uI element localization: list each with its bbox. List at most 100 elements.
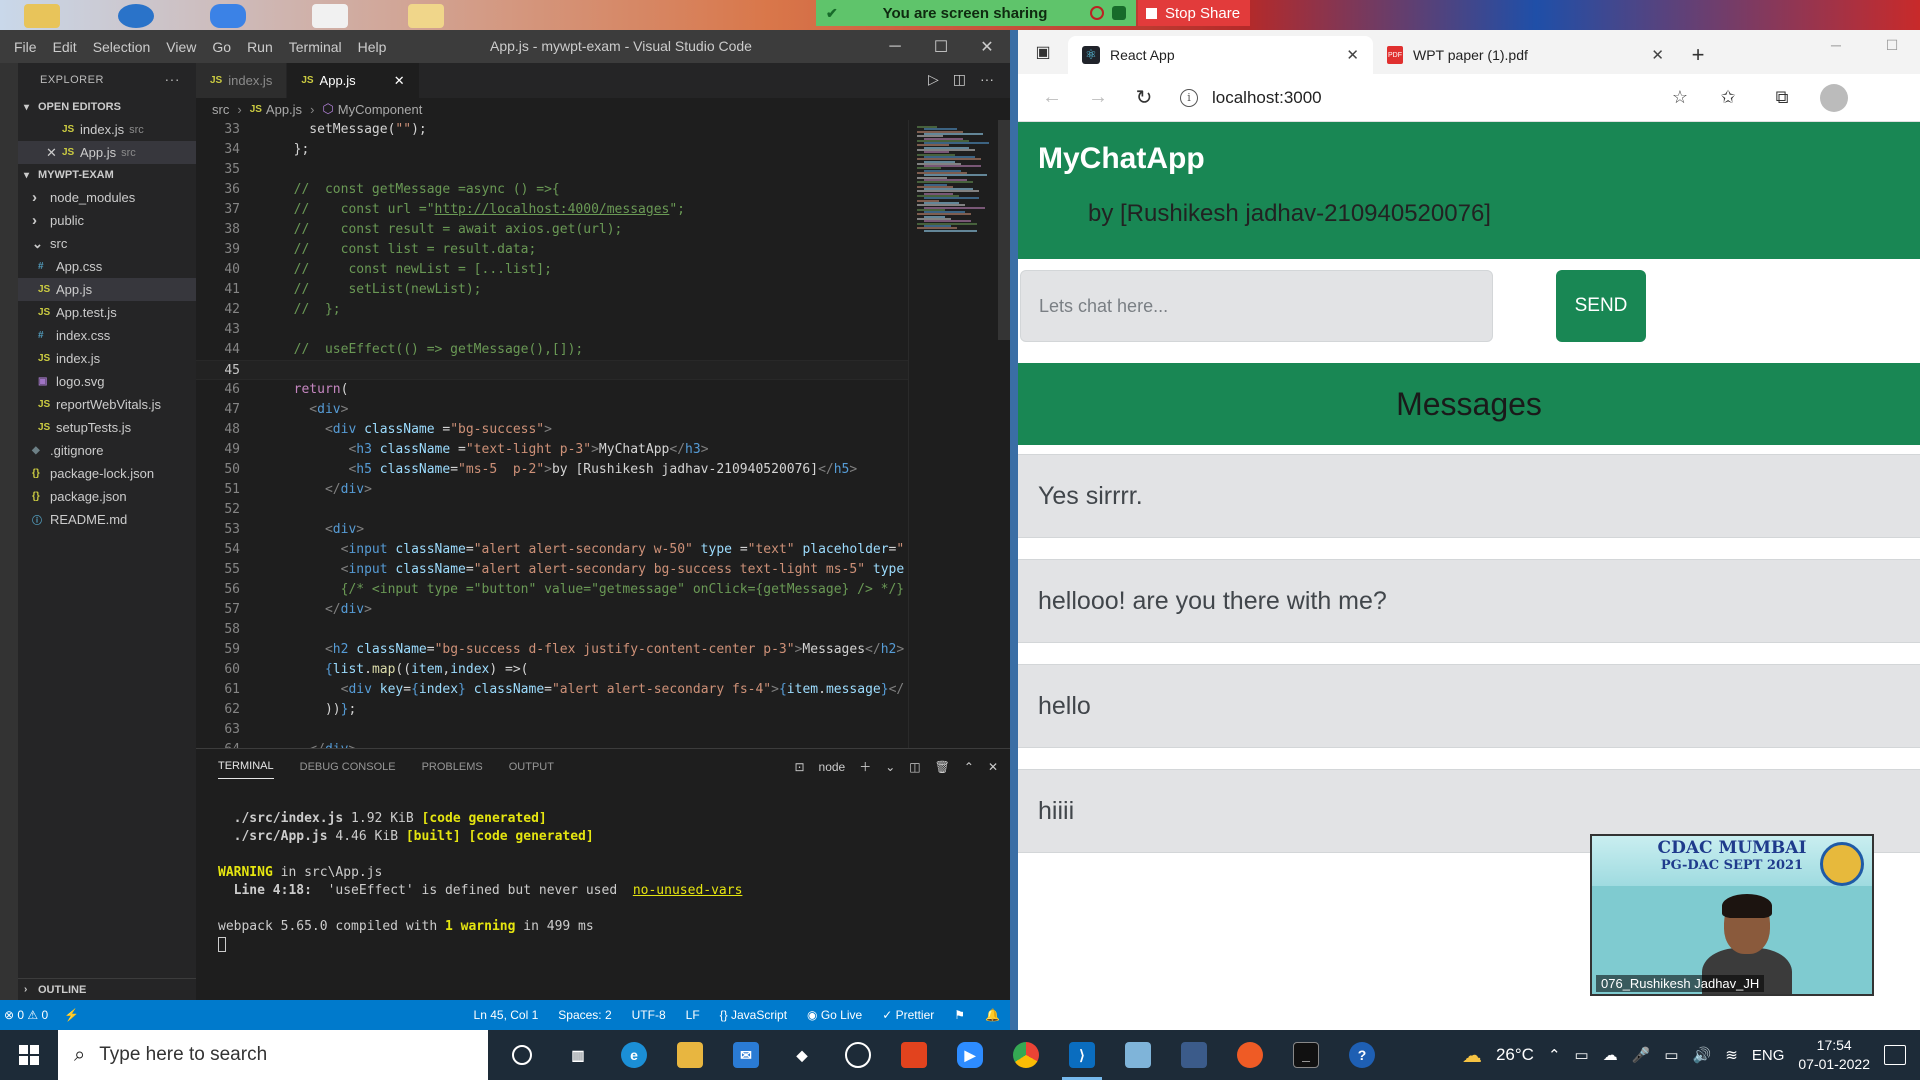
desktop-document-icon[interactable] bbox=[312, 4, 348, 28]
menu-go[interactable]: Go bbox=[204, 39, 239, 55]
code-line[interactable]: 33 setMessage(""); bbox=[196, 120, 908, 140]
notification-icon[interactable] bbox=[1884, 1045, 1906, 1065]
taskbar-mail[interactable]: ✉ bbox=[718, 1030, 774, 1080]
code-line[interactable]: 53 <div> bbox=[196, 520, 908, 540]
code-line[interactable]: 49 <h3 className ="text-light p-3">MyCha… bbox=[196, 440, 908, 460]
tab-actions-icon[interactable]: ▣ bbox=[1018, 30, 1068, 74]
menu-view[interactable]: View bbox=[158, 39, 204, 55]
menu-selection[interactable]: Selection bbox=[85, 39, 159, 55]
code-line[interactable]: 46 return( bbox=[196, 380, 908, 400]
volume-icon[interactable]: 🔊 bbox=[1693, 1046, 1712, 1064]
task-view-button[interactable]: ▥ bbox=[550, 1030, 606, 1080]
code-line[interactable]: 60 {list.map((item,index) =>( bbox=[196, 660, 908, 680]
back-button[interactable]: ← bbox=[1032, 80, 1072, 116]
terminal-prompt[interactable] bbox=[218, 936, 988, 954]
terminal-output[interactable]: ./src/index.js 1.92 KiB [code generated]… bbox=[196, 784, 1010, 962]
close-icon[interactable]: ✕ bbox=[1346, 46, 1359, 64]
browser-tab-pdf[interactable]: PDF WPT paper (1).pdf ✕ bbox=[1373, 36, 1678, 74]
scrollbar-thumb[interactable] bbox=[998, 120, 1010, 340]
code-line[interactable]: 56 {/* <input type ="button" value="getm… bbox=[196, 580, 908, 600]
forward-button[interactable]: → bbox=[1078, 80, 1118, 116]
breadcrumb-item[interactable]: App.js bbox=[266, 102, 302, 117]
code-line[interactable]: 37 // const url ="http://localhost:4000/… bbox=[196, 200, 908, 220]
tab-index-js[interactable]: JS index.js bbox=[196, 63, 288, 98]
file-tree-item[interactable]: ▣ logo.svg bbox=[18, 370, 196, 393]
language-indicator[interactable]: ENG bbox=[1752, 1047, 1785, 1064]
taskbar-zoom[interactable]: ▶ bbox=[942, 1030, 998, 1080]
code-line[interactable]: 55 <input className="alert alert-seconda… bbox=[196, 560, 908, 580]
desktop-firefox-icon[interactable] bbox=[118, 4, 154, 28]
code-line[interactable]: 45 bbox=[196, 360, 908, 380]
trash-icon[interactable]: 🗑 bbox=[935, 760, 950, 774]
file-tree-item[interactable]: ⌄ src bbox=[18, 232, 196, 255]
close-icon[interactable]: ✕ bbox=[1651, 46, 1664, 64]
taskbar-help[interactable]: ? bbox=[1334, 1030, 1390, 1080]
maximize-button[interactable]: ☐ bbox=[918, 30, 964, 63]
start-button[interactable] bbox=[0, 1030, 58, 1080]
desktop-folder-icon[interactable] bbox=[408, 4, 444, 28]
taskbar-terminal[interactable]: _ bbox=[1278, 1030, 1334, 1080]
project-section[interactable]: ▾ MYWPT-EXAM bbox=[18, 164, 196, 186]
video-tile[interactable]: CDAC MUMBAI PG-DAC SEPT 2021 076_Rushike… bbox=[1590, 834, 1874, 996]
terminal-link[interactable]: no-unused-vars bbox=[633, 883, 743, 898]
menu-terminal[interactable]: Terminal bbox=[281, 39, 350, 55]
cloud-icon[interactable]: ☁ bbox=[1603, 1046, 1618, 1064]
code-line[interactable]: 44 // useEffect(() => getMessage(),[]); bbox=[196, 340, 908, 360]
file-tree-item[interactable]: # index.css bbox=[18, 324, 196, 347]
new-tab-button[interactable]: + bbox=[1678, 36, 1718, 74]
menu-run[interactable]: Run bbox=[239, 39, 281, 55]
code-line[interactable]: 38 // const result = await axios.get(url… bbox=[196, 220, 908, 240]
tab-output[interactable]: OUTPUT bbox=[509, 761, 554, 773]
open-editor-item[interactable]: JS index.js src bbox=[18, 118, 196, 141]
problems-indicator[interactable]: ⊗ 0 ⚠ 0 bbox=[4, 1008, 48, 1022]
maximize-button[interactable]: ☐ bbox=[1864, 30, 1920, 60]
taskbar-snipping[interactable] bbox=[1166, 1030, 1222, 1080]
tab-problems[interactable]: PROBLEMS bbox=[422, 761, 483, 773]
close-icon[interactable]: ✕ bbox=[46, 145, 57, 161]
code-line[interactable]: 51 </div> bbox=[196, 480, 908, 500]
file-tree-item[interactable]: › node_modules bbox=[18, 186, 196, 209]
breadcrumb-item[interactable]: MyComponent bbox=[338, 102, 423, 117]
taskbar-file-explorer[interactable] bbox=[662, 1030, 718, 1080]
url-field[interactable]: i localhost:3000 ☆ bbox=[1170, 79, 1698, 116]
taskbar-chrome[interactable] bbox=[998, 1030, 1054, 1080]
file-tree-item[interactable]: JS setupTests.js bbox=[18, 416, 196, 439]
feedback-icon[interactable]: ⚑ bbox=[954, 1008, 965, 1022]
bell-icon[interactable]: 🔔 bbox=[985, 1008, 1000, 1022]
taskbar-search[interactable]: ⌕ Type here to search bbox=[58, 1030, 488, 1080]
split-editor-icon[interactable]: ◫ bbox=[953, 71, 966, 88]
file-tree-item[interactable]: JS App.test.js bbox=[18, 301, 196, 324]
code-line[interactable]: 34 }; bbox=[196, 140, 908, 160]
weather-icon[interactable]: ☁ bbox=[1462, 1043, 1482, 1068]
code-line[interactable]: 62 ))}; bbox=[196, 700, 908, 720]
code-line[interactable]: 54 <input className="alert alert-seconda… bbox=[196, 540, 908, 560]
outline-section[interactable]: › OUTLINE bbox=[18, 978, 196, 1000]
minimize-button[interactable]: ─ bbox=[1808, 30, 1864, 60]
desktop-folder-icon[interactable] bbox=[24, 4, 60, 28]
wifi-icon[interactable]: ≋ bbox=[1725, 1046, 1738, 1064]
code-line[interactable]: 42 // }; bbox=[196, 300, 908, 320]
chevron-down-icon[interactable]: ⌄ bbox=[885, 760, 895, 774]
meet-now-icon[interactable]: ▭ bbox=[1575, 1046, 1589, 1064]
tab-debug-console[interactable]: DEBUG CONSOLE bbox=[300, 761, 396, 773]
go-live-button[interactable]: ◉ Go Live bbox=[807, 1008, 862, 1022]
code-line[interactable]: 40 // const newList = [...list]; bbox=[196, 260, 908, 280]
clock[interactable]: 17:54 07-01-2022 bbox=[1798, 1036, 1870, 1074]
file-tree-item[interactable]: JS App.js bbox=[18, 278, 196, 301]
close-panel-icon[interactable]: ✕ bbox=[988, 760, 998, 774]
battery-icon[interactable]: ▭ bbox=[1664, 1046, 1678, 1064]
terminal-shell-label[interactable]: node bbox=[819, 760, 846, 774]
taskbar-postman[interactable] bbox=[1222, 1030, 1278, 1080]
code-line[interactable]: 48 <div className ="bg-success"> bbox=[196, 420, 908, 440]
code-line[interactable]: 63 bbox=[196, 720, 908, 740]
temperature[interactable]: 26°C bbox=[1496, 1045, 1534, 1065]
profile-avatar[interactable] bbox=[1820, 83, 1848, 112]
info-icon[interactable]: i bbox=[1180, 88, 1198, 107]
stop-share-button[interactable]: Stop Share bbox=[1138, 0, 1250, 26]
minimize-button[interactable]: ─ bbox=[872, 30, 918, 63]
breadcrumb-item[interactable]: src bbox=[212, 102, 229, 117]
code-line[interactable]: 50 <h5 className="ms-5 p-2">by [Rushikes… bbox=[196, 460, 908, 480]
code-line[interactable]: 35 bbox=[196, 160, 908, 180]
file-tree-item[interactable]: {} package-lock.json bbox=[18, 462, 196, 485]
taskbar-edge[interactable]: e bbox=[606, 1030, 662, 1080]
